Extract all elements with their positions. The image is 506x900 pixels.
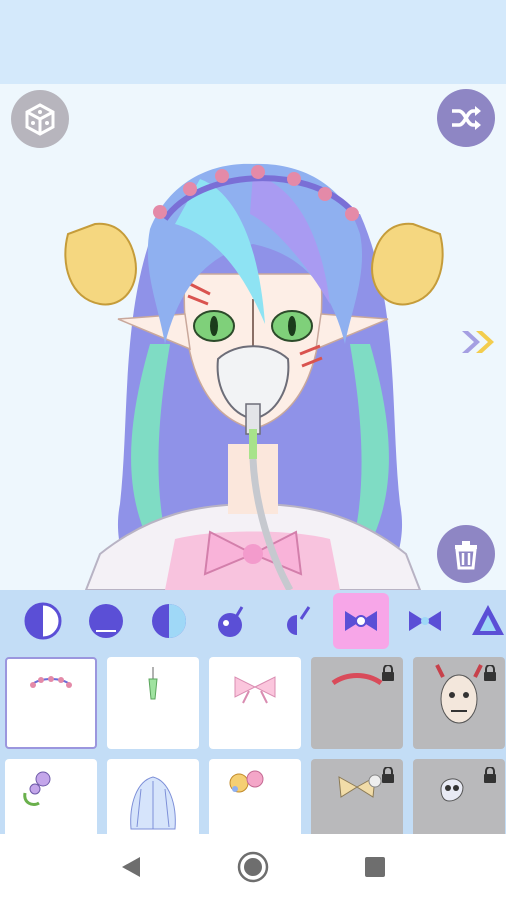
hair-bow-icon	[234, 676, 276, 704]
character-stage	[0, 84, 506, 590]
trash-icon	[455, 541, 477, 570]
earring-icon	[148, 667, 158, 700]
next-button[interactable]	[456, 324, 500, 360]
tab-eye-round[interactable]	[78, 593, 134, 649]
item-skull-pin[interactable]	[413, 759, 505, 834]
item-oni-mask[interactable]	[413, 657, 505, 749]
top-bar	[0, 0, 506, 84]
eye-accessory-left-icon	[218, 606, 244, 637]
back-triangle-icon	[122, 857, 140, 877]
item-flower-pin[interactable]	[209, 759, 301, 834]
dice-icon	[25, 103, 55, 136]
bow-outline-icon	[409, 611, 441, 631]
item-earring[interactable]	[107, 657, 199, 749]
shuffle-icon	[452, 106, 481, 130]
tab-eye-half-left[interactable]	[15, 593, 71, 649]
right-horn	[371, 222, 444, 306]
lock-icon	[484, 767, 496, 783]
item-bead-tiara[interactable]	[5, 657, 97, 749]
left-horn	[64, 222, 137, 306]
eye-accessory-right-icon	[287, 606, 311, 635]
lock-icon	[382, 665, 394, 681]
veil-icon	[130, 776, 176, 830]
nav-back-button[interactable]	[114, 850, 148, 884]
character-avatar	[64, 163, 444, 590]
lock-icon	[382, 767, 394, 783]
flower-pin-icon	[229, 770, 264, 793]
item-grid	[0, 652, 506, 834]
eye-half-right-icon	[152, 604, 186, 638]
shuffle-button[interactable]	[437, 89, 495, 147]
item-veil[interactable]	[107, 759, 199, 834]
tab-eye-accessory-left[interactable]	[204, 593, 260, 649]
tab-eye-half-right[interactable]	[141, 593, 197, 649]
tab-bow[interactable]	[333, 593, 389, 649]
eye-half-left-icon	[24, 602, 62, 640]
item-rose-wreath[interactable]	[5, 759, 97, 834]
tab-eye-accessory-right[interactable]	[267, 593, 323, 649]
system-nav-bar	[0, 834, 506, 900]
tab-bow-outline[interactable]	[397, 593, 453, 649]
nav-home-button[interactable]	[236, 850, 270, 884]
tab-triangle[interactable]	[460, 593, 506, 649]
lock-icon	[484, 665, 496, 681]
item-red-headband[interactable]	[311, 657, 403, 749]
recents-square-icon	[365, 857, 385, 877]
triangle-icon	[472, 605, 504, 635]
item-hair-bow[interactable]	[209, 657, 301, 749]
double-chevron-right-icon	[462, 331, 494, 353]
item-butterfly-clip[interactable]	[311, 759, 403, 834]
bead-tiara-icon	[30, 676, 72, 688]
random-button[interactable]	[11, 90, 69, 148]
category-tab-bar	[0, 590, 506, 652]
delete-button[interactable]	[437, 525, 495, 583]
bow-icon	[345, 611, 377, 631]
home-circle-icon	[237, 851, 269, 883]
rose-wreath-icon	[23, 771, 51, 807]
eye-round-icon	[89, 604, 123, 638]
nav-recents-button[interactable]	[358, 850, 392, 884]
